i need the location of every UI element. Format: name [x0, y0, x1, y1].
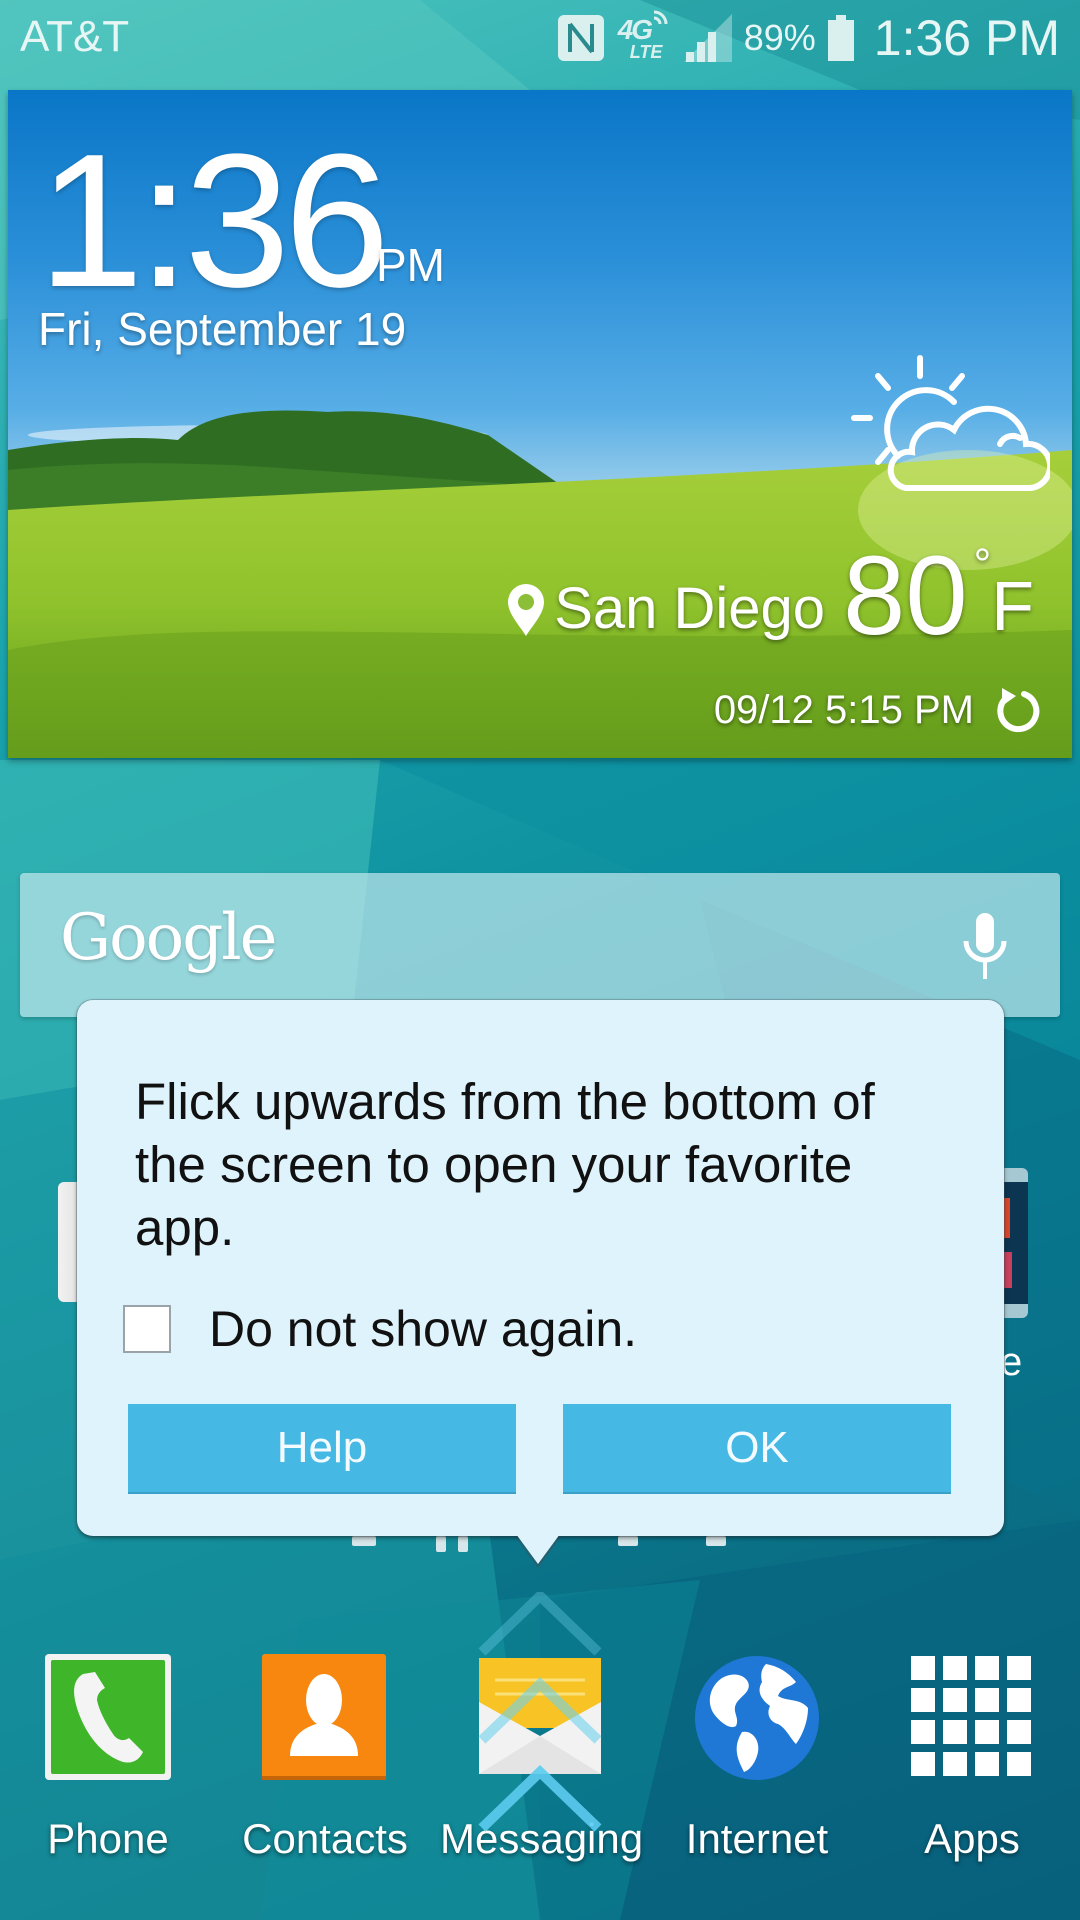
phone-icon	[45, 1654, 171, 1780]
battery-percent: 89%	[743, 17, 816, 58]
apps-grid-square	[911, 1656, 935, 1680]
dock-item-contacts[interactable]: Contacts	[225, 1640, 425, 1880]
weather-temperature: 80	[843, 533, 968, 658]
apps-grid-square	[1007, 1656, 1031, 1680]
lte-icon: 4G LTE	[616, 10, 672, 66]
weather-clock-widget[interactable]: 1:36 PM Fri, September 19 San Diego 80 °…	[8, 90, 1072, 758]
dock-label: Contacts	[242, 1815, 408, 1862]
widget-time: 1:36	[38, 115, 390, 327]
dock-item-messaging[interactable]: Messaging	[440, 1640, 644, 1880]
signal-strength-icon	[683, 14, 732, 62]
tip-arrow	[516, 1534, 560, 1564]
battery-icon	[827, 15, 854, 61]
help-button[interactable]: Help	[128, 1404, 516, 1492]
status-bar: AT&T 4G LTE 89% 1:36 PM	[0, 0, 1080, 78]
dock-label: Messaging	[440, 1815, 644, 1862]
weather-updated-time: 09/12 5:15 PM	[713, 687, 974, 732]
contacts-icon	[262, 1654, 386, 1780]
apps-grid-square	[911, 1688, 935, 1712]
weather-location-row: San Diego 80 ° F	[506, 540, 1034, 652]
flick-up-tip-popup: Flick upwards from the bottom of the scr…	[77, 1000, 1004, 1536]
apps-grid-square	[943, 1688, 967, 1712]
widget-ampm: PM	[376, 239, 445, 291]
messaging-icon	[479, 1658, 601, 1774]
weather-updated-row: 09/12 5:15 PM	[714, 686, 1042, 734]
widget-date: Fri, September 19	[38, 303, 407, 355]
dock-label: Phone	[47, 1815, 169, 1862]
partially-hidden-shortcut-right[interactable]	[1000, 1168, 1028, 1318]
google-logo: Google	[60, 901, 277, 975]
apps-grid-square	[911, 1752, 935, 1776]
do-not-show-again-checkbox[interactable]	[123, 1305, 171, 1353]
dock-item-apps[interactable]: Apps	[872, 1640, 1072, 1880]
refresh-icon[interactable]	[994, 686, 1042, 734]
apps-grid-square	[943, 1752, 967, 1776]
partly-cloudy-icon	[851, 355, 1050, 491]
temperature-unit: F	[991, 567, 1034, 645]
google-search-bar[interactable]: Google	[20, 873, 1060, 1017]
microphone-icon[interactable]	[962, 911, 1008, 983]
location-pin-icon	[508, 584, 545, 636]
apps-grid-square	[975, 1656, 999, 1680]
page-indicator[interactable]	[436, 1536, 446, 1552]
dock-label: Apps	[924, 1815, 1020, 1862]
carrier-name: AT&T	[20, 12, 130, 61]
apps-grid-square	[911, 1720, 935, 1744]
do-not-show-again-label[interactable]: Do not show again.	[209, 1300, 637, 1358]
dock-item-internet[interactable]: Internet	[657, 1640, 857, 1880]
page-indicator[interactable]	[352, 1536, 376, 1546]
ok-button[interactable]: OK	[563, 1404, 951, 1492]
apps-grid-square	[1007, 1688, 1031, 1712]
page-indicator[interactable]	[618, 1536, 638, 1546]
degree-symbol: °	[973, 540, 992, 589]
dock-item-phone[interactable]: Phone	[8, 1640, 208, 1880]
page-indicator[interactable]	[458, 1536, 468, 1552]
apps-grid-square	[975, 1720, 999, 1744]
dock-label: Internet	[685, 1815, 829, 1862]
status-icons: 4G LTE 89% 1:36 PM	[557, 8, 1060, 68]
apps-grid-square	[1007, 1720, 1031, 1744]
dock: Phone Contacts Messaging Internet Apps	[0, 1640, 1080, 1890]
do-not-show-again-row[interactable]: Do not show again.	[123, 1300, 637, 1358]
apps-grid-square	[943, 1656, 967, 1680]
status-clock: 1:36 PM	[873, 10, 1060, 66]
apps-grid-square	[975, 1688, 999, 1712]
page-indicator[interactable]	[706, 1536, 726, 1546]
tip-message: Flick upwards from the bottom of the scr…	[135, 1073, 875, 1256]
apps-grid-icon	[911, 1656, 1031, 1776]
nfc-icon	[557, 15, 604, 61]
apps-grid-square	[975, 1752, 999, 1776]
apps-grid-square	[1007, 1752, 1031, 1776]
weather-city: San Diego	[554, 576, 826, 641]
apps-grid-square	[943, 1720, 967, 1744]
globe-icon	[695, 1656, 819, 1780]
